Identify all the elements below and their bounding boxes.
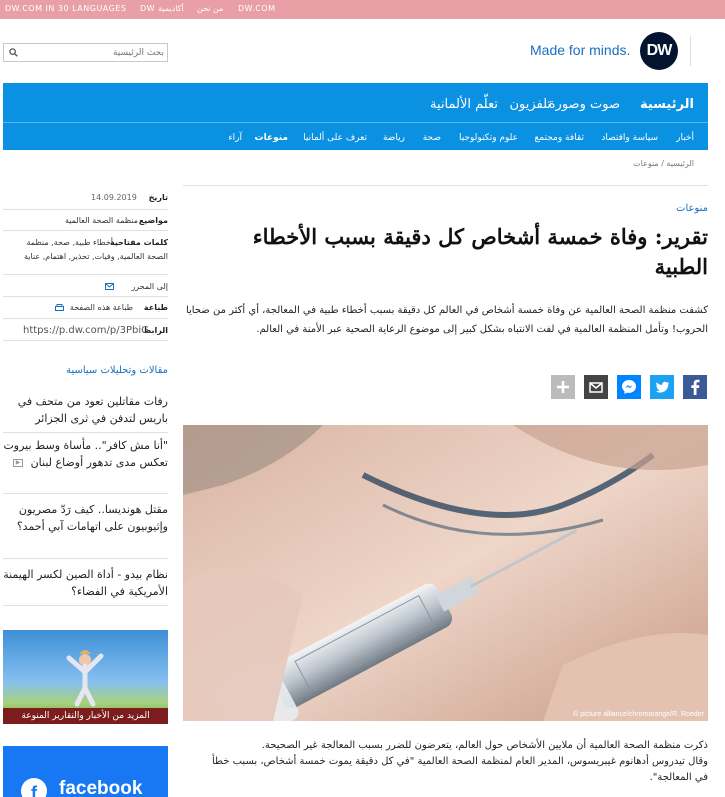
- nav-sub-health[interactable]: صحة: [423, 133, 441, 143]
- nav-sub-opinions[interactable]: آراء: [228, 133, 242, 143]
- nav-sub-germany[interactable]: تعرف على ألمانيا: [303, 133, 367, 143]
- nav-sub-misc[interactable]: منوعات: [255, 133, 288, 143]
- promo-banner[interactable]: المزيد من الأخبار والتقارير المنوعة: [3, 630, 168, 724]
- facebook-icon[interactable]: [683, 375, 707, 399]
- meta-date-label: تاريخ: [148, 193, 168, 202]
- facebook-label: facebook: [59, 778, 143, 797]
- nav-sub-politics[interactable]: سياسة واقتصاد: [601, 133, 658, 143]
- topbar-link-about[interactable]: من نحن: [197, 4, 223, 13]
- nav-divider: [3, 122, 708, 123]
- nav-sub-news[interactable]: أخبار: [676, 133, 694, 143]
- related-story-text[interactable]: "أنا مش كافر".. مأساة وسط بيروت تعكس مدى…: [3, 439, 168, 469]
- meta-print-row: طباعة طباعة هذه الصفحة: [3, 297, 168, 319]
- breadcrumb[interactable]: الرئيسية / منوعات: [633, 159, 694, 168]
- meta-date-value: 14.09.2019: [91, 193, 137, 202]
- facebook-icon: f: [21, 778, 47, 797]
- messenger-icon[interactable]: [617, 375, 641, 399]
- topbar-link-dwcom[interactable]: DW.COM: [238, 4, 275, 13]
- meta-keywords-line1[interactable]: أخطاء طبية, صحة, منظمة: [26, 238, 113, 247]
- plus-icon[interactable]: [551, 375, 575, 399]
- meta-print-label: طباعة: [143, 303, 168, 312]
- article-headline: تقرير: وفاة خمسة أشخاص كل دقيقة بسبب الأ…: [252, 224, 708, 279]
- related-story[interactable]: "أنا مش كافر".. مأساة وسط بيروت تعكس مدى…: [3, 437, 168, 494]
- mail-icon[interactable]: [584, 375, 608, 399]
- article-body-paragraph: وقال تيدروس أدهانوم غيبريسوس، المدير الع…: [212, 756, 708, 783]
- facebook-widget[interactable]: f facebook: [3, 746, 168, 797]
- article-body-paragraph: ذكرت منظمة الصحة العالمية أن ملايين الأش…: [261, 740, 708, 751]
- article-image[interactable]: © picture alliance/chromorange/R. Roeder: [183, 425, 708, 721]
- article-kicker[interactable]: منوعات: [676, 203, 708, 214]
- meta-keywords-label: كلمات مفتاحية: [110, 238, 168, 247]
- print-icon[interactable]: [55, 304, 64, 312]
- nav-learn-german[interactable]: تعلّم الألمانية: [430, 97, 498, 112]
- meta-keywords-row: كلمات مفتاحية أخطاء طبية, صحة, منظمة الص…: [3, 231, 168, 275]
- topbar-link-academy[interactable]: DW أكاديمية: [140, 4, 184, 13]
- nav-tv[interactable]: تلفزيون: [509, 97, 551, 112]
- nav-home[interactable]: الرئيسية: [640, 97, 694, 112]
- editor-link[interactable]: إلى المحرر: [131, 282, 168, 291]
- content-divider: [183, 185, 708, 186]
- dw-logo[interactable]: DW: [640, 32, 678, 70]
- article-lead: كشفت منظمة الصحة العالمية عن وفاة خمسة أ…: [185, 305, 708, 335]
- video-icon: ▶: [13, 459, 24, 467]
- mail-icon[interactable]: [105, 283, 114, 290]
- main-navigation: الرئيسية صوت وصورة تلفزيون تعلّم الألمان…: [3, 83, 708, 150]
- nav-sub-culture[interactable]: ثقافة ومجتمع: [535, 133, 584, 143]
- meta-topics-label: مواضيع: [138, 216, 168, 225]
- print-link[interactable]: طباعة هذه الصفحة: [70, 303, 133, 312]
- related-story[interactable]: رفات مقاتلين تعود من متحف في باريس لتدفن…: [3, 393, 168, 433]
- brand-tagline: Made for minds.: [530, 42, 631, 58]
- top-bar: DW.COM IN 30 LANGUAGES DW أكاديمية من نح…: [0, 0, 725, 19]
- search-box: [3, 43, 168, 62]
- nav-sub-sports[interactable]: رياضة: [383, 133, 405, 143]
- meta-topics-link[interactable]: منظمة الصحة العالمية: [65, 216, 138, 225]
- meta-date-row: تاريخ 14.09.2019: [3, 186, 168, 210]
- related-section-title[interactable]: مقالات وتحليلات سياسية: [66, 365, 168, 376]
- permalink-value[interactable]: https://p.dw.com/p/3PbiG: [23, 325, 149, 336]
- article-body: ذكرت منظمة الصحة العالمية أن ملايين الأش…: [200, 738, 708, 786]
- syringe-photo: [183, 425, 708, 721]
- topbar-link-languages[interactable]: DW.COM IN 30 LANGUAGES: [5, 4, 126, 13]
- meta-editor-row: إلى المحرر: [3, 275, 168, 297]
- logo-divider: [690, 36, 718, 66]
- image-credit: © picture alliance/chromorange/R. Roeder: [573, 711, 704, 718]
- related-story[interactable]: نظام بيدو - أداة الصين لكسر الهيمنة الأم…: [3, 566, 168, 606]
- search-icon[interactable]: [9, 48, 18, 57]
- meta-permalink-row: الرابط https://p.dw.com/p/3PbiG: [3, 319, 168, 341]
- meta-keywords-line2[interactable]: الصحة العالمية, وفيات, تحذير, اهتمام, عن…: [24, 252, 168, 261]
- nav-audio-video[interactable]: صوت وصورة: [549, 97, 620, 112]
- twitter-icon[interactable]: [650, 375, 674, 399]
- meta-topics-row: مواضيع منظمة الصحة العالمية: [3, 210, 168, 231]
- search-input[interactable]: [22, 45, 164, 60]
- related-story[interactable]: مقتل هونديسا.. كيف رَدّ مصريون وإثيوبيون…: [3, 501, 168, 559]
- promo-caption[interactable]: المزيد من الأخبار والتقارير المنوعة: [3, 708, 168, 724]
- nav-sub-science[interactable]: علوم وتكنولوجيا: [459, 133, 518, 143]
